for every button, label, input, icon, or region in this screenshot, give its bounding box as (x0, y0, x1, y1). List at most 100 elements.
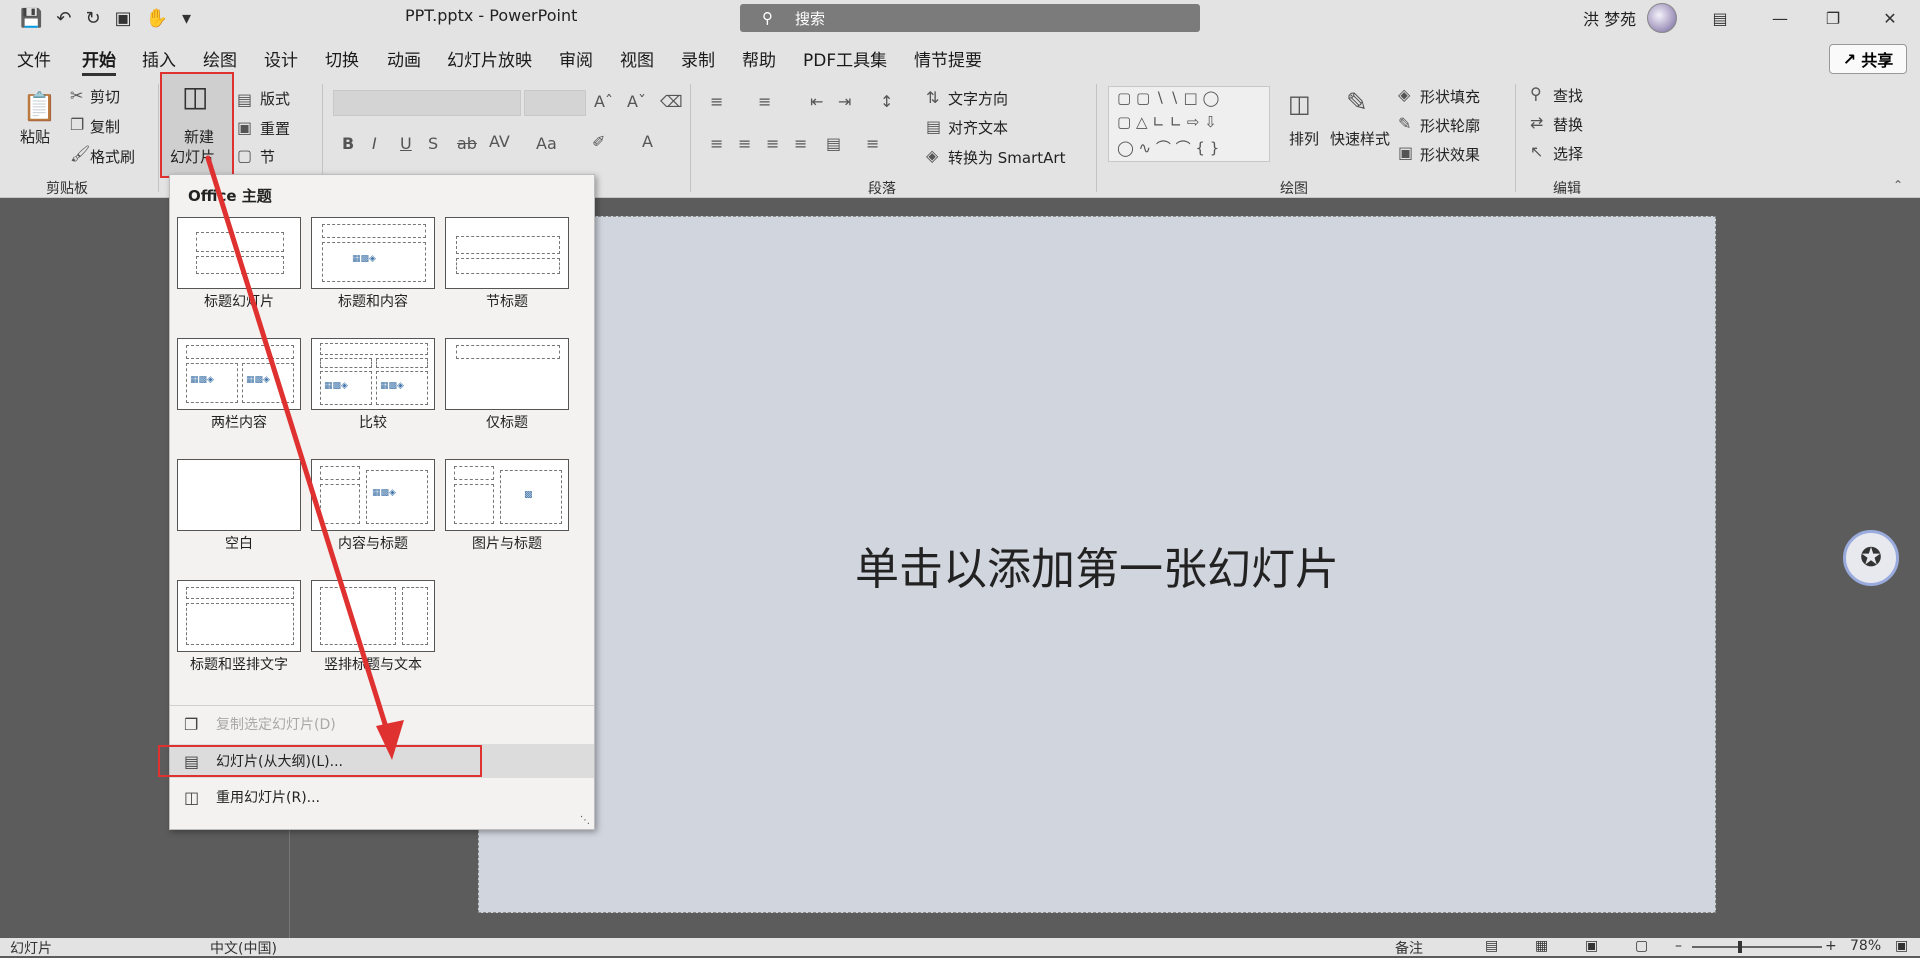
italic-icon[interactable]: I (372, 134, 377, 153)
language-indicator[interactable]: 中文(中国) (210, 938, 277, 958)
bullets-icon[interactable]: ≡ (710, 92, 723, 111)
char-spacing-icon[interactable]: AV (489, 132, 510, 151)
shadow-icon[interactable]: S (428, 134, 438, 153)
layout-content-caption[interactable]: ▦▩◈ 内容与标题 (311, 459, 435, 553)
find-button[interactable]: 查找 (1553, 85, 1583, 106)
tab-slideshow[interactable]: 幻灯片放映 (447, 46, 532, 71)
zoom-in-icon[interactable]: + (1825, 938, 1837, 954)
notes-button[interactable]: 备注 (1395, 938, 1423, 958)
shape-outline-button[interactable]: 形状轮廓 (1420, 115, 1480, 136)
shape-effects-button[interactable]: 形状效果 (1420, 144, 1480, 165)
select-button[interactable]: 选择 (1553, 143, 1583, 164)
layout-vertical-title-text[interactable]: 竖排标题与文本 (311, 580, 435, 674)
layout-picture-caption[interactable]: ▩ 图片与标题 (445, 459, 569, 553)
zoom-level[interactable]: 78% (1850, 938, 1881, 954)
layout-comparison[interactable]: ▦▩◈ ▦▩◈ 比较 (311, 338, 435, 432)
close-icon[interactable]: ✕ (1860, 0, 1920, 36)
text-direction-button[interactable]: 文字方向 (948, 88, 1008, 109)
arrange-button[interactable]: 排列 (1289, 128, 1319, 149)
avatar[interactable] (1647, 3, 1677, 33)
align-right-icon[interactable]: ≡ (766, 134, 779, 153)
section-button[interactable]: 节 (260, 146, 275, 167)
slide-placeholder-text[interactable]: 单击以添加第一张幻灯片 (479, 217, 1715, 912)
tab-draw[interactable]: 绘图 (203, 46, 237, 71)
tab-pdf-tools[interactable]: PDF工具集 (803, 46, 887, 71)
highlight-icon[interactable]: ✐ (592, 132, 605, 151)
layout-title-content[interactable]: ▦▩◈ 标题和内容 (311, 217, 435, 311)
slide-sorter-icon[interactable]: ▦ (1535, 938, 1548, 954)
tab-review[interactable]: 审阅 (559, 46, 593, 71)
duplicate-slides-item[interactable]: ❐ 复制选定幻灯片(D) (170, 707, 594, 741)
customize-qat-icon[interactable]: ▾ (182, 8, 191, 29)
align-center-icon[interactable]: ≡ (738, 134, 751, 153)
redo-icon[interactable]: ↻ (86, 8, 101, 29)
font-name-combo[interactable] (333, 90, 521, 116)
tab-file[interactable]: 文件 (17, 46, 51, 71)
tab-storyboard[interactable]: 情节提要 (914, 46, 982, 71)
user-name[interactable]: 洪 梦苑 (1583, 6, 1636, 30)
slide-canvas[interactable]: 单击以添加第一张幻灯片 (478, 216, 1716, 913)
search-box[interactable]: ⚲ 搜索 (740, 4, 1200, 32)
clear-format-icon[interactable]: ⌫ (660, 92, 683, 111)
normal-view-icon[interactable]: ▤ (1485, 938, 1498, 954)
layout-two-content[interactable]: ▦▩◈ ▦▩◈ 两栏内容 (177, 338, 301, 432)
strikethrough-icon[interactable]: ab (457, 134, 477, 153)
ribbon-display-icon[interactable]: ▤ (1690, 0, 1750, 36)
paste-icon[interactable]: 📋 (22, 90, 57, 123)
tab-transitions[interactable]: 切换 (325, 46, 359, 71)
reset-button[interactable]: 重置 (260, 118, 290, 139)
line-spacing-icon[interactable]: ↕ (880, 92, 893, 111)
copy-button[interactable]: 复制 (90, 116, 120, 137)
cut-button[interactable]: 剪切 (90, 86, 120, 107)
decrease-indent-icon[interactable]: ⇤ (810, 92, 823, 111)
touch-mode-icon[interactable]: ✋ (146, 8, 168, 29)
layout-blank[interactable]: 空白 (177, 459, 301, 553)
collapse-ribbon-icon[interactable]: ⌃ (1893, 178, 1903, 192)
slideshow-view-icon[interactable]: ▢ (1635, 938, 1648, 954)
undo-icon[interactable]: ↶ (56, 8, 71, 29)
underline-icon[interactable]: U (400, 134, 412, 153)
align-left-icon[interactable]: ≡ (710, 134, 723, 153)
reuse-slides-item[interactable]: ◫ 重用幻灯片(R)... (170, 780, 594, 814)
layout-button[interactable]: 版式 (260, 88, 290, 109)
bold-icon[interactable]: B (342, 134, 354, 153)
format-painter-button[interactable]: 格式刷 (90, 146, 135, 167)
zoom-out-icon[interactable]: – (1675, 938, 1682, 954)
tab-insert[interactable]: 插入 (142, 46, 176, 71)
zoom-slider-thumb[interactable] (1738, 941, 1742, 953)
tab-record[interactable]: 录制 (681, 46, 715, 71)
save-icon[interactable]: 💾 (20, 8, 42, 29)
presenter-icon[interactable]: ▣ (115, 8, 132, 29)
zoom-slider[interactable] (1692, 946, 1822, 948)
grow-font-icon[interactable]: Aˆ (594, 92, 613, 111)
paste-button[interactable]: 粘贴 (20, 126, 50, 147)
fit-slide-icon[interactable]: ▣ (1895, 938, 1908, 954)
replace-button[interactable]: 替换 (1553, 114, 1583, 135)
resize-grip-icon[interactable]: ⋱ (580, 815, 590, 826)
columns-icon[interactable]: ≡ (866, 134, 879, 153)
shrink-font-icon[interactable]: Aˇ (627, 92, 646, 111)
change-case-icon[interactable]: Aa (536, 134, 557, 153)
justify-icon[interactable]: ≡ (794, 134, 807, 153)
minimize-icon[interactable]: — (1750, 0, 1810, 36)
shapes-gallery[interactable]: ▢ ▢ ∖ ∖ □ ◯ ▢ △ ∟ ∟ ⇨ ⇩ ◯ ∿ ⌒ ⌒ { } (1108, 86, 1270, 162)
shape-fill-button[interactable]: 形状填充 (1420, 86, 1480, 107)
layout-title-slide[interactable]: 标题幻灯片 (177, 217, 301, 311)
layout-section-header[interactable]: 节标题 (445, 217, 569, 311)
tab-view[interactable]: 视图 (620, 46, 654, 71)
layout-title-only[interactable]: 仅标题 (445, 338, 569, 432)
reading-view-icon[interactable]: ▣ (1585, 938, 1598, 954)
distributed-icon[interactable]: ▤ (826, 134, 841, 153)
align-text-button[interactable]: 对齐文本 (948, 117, 1008, 138)
font-color-icon[interactable]: A (642, 132, 653, 151)
layout-title-vertical-text[interactable]: 标题和竖排文字 (177, 580, 301, 674)
tab-design[interactable]: 设计 (264, 46, 298, 71)
numbering-icon[interactable]: ≡ (758, 92, 771, 111)
share-button[interactable]: ↗ 共享 (1829, 44, 1907, 74)
new-slide-button[interactable]: ◫ 新建 幻灯片 (160, 72, 234, 178)
quick-styles-button[interactable]: 快速样式 (1330, 128, 1390, 149)
tab-animations[interactable]: 动画 (387, 46, 421, 71)
tab-help[interactable]: 帮助 (742, 46, 776, 71)
restore-icon[interactable]: ❐ (1803, 0, 1863, 36)
tab-home[interactable]: 开始 (82, 46, 116, 76)
